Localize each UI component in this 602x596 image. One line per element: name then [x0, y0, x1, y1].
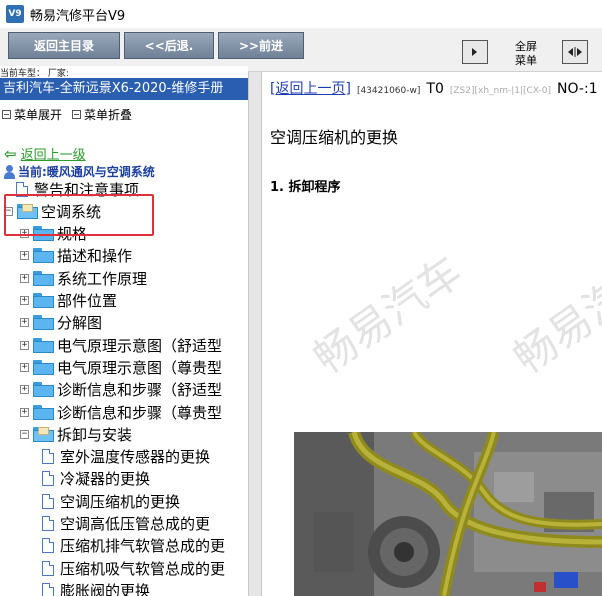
tree-item-label: 室外温度传感器的更换 [60, 448, 211, 467]
tree-item-label: 电气原理示意图（舒适型 [57, 336, 223, 355]
doc-code-t0: T0 [426, 81, 444, 97]
collapse-node-icon[interactable]: − [20, 429, 29, 439]
expand-node-icon[interactable]: + [20, 296, 29, 305]
forward-button[interactable]: >>前进 [218, 32, 304, 59]
user-icon [4, 164, 15, 179]
tree-item-label: 部件位置 [57, 292, 118, 310]
tree-item-label: 系统工作原理 [57, 269, 148, 288]
tree-item-folder[interactable]: + 诊断信息和步骤（舒适型 [20, 379, 222, 401]
open-folder-icon [33, 426, 54, 442]
tree-item-document[interactable]: 空调高低压管总成的更 [42, 513, 210, 535]
tree-item-label: 冷凝器的更换 [60, 470, 151, 489]
tree-item-folder[interactable]: + 电气原理示意图（尊贵型 [20, 356, 222, 378]
folder-icon [33, 293, 54, 308]
fullscreen-menu-label[interactable]: 全屏 菜单 [506, 40, 546, 68]
menu-collapse-button[interactable]: 菜单折叠 [72, 106, 132, 123]
tree-item-document[interactable]: 压缩机排气软管总成的更 [42, 535, 225, 557]
tree-item-folder[interactable]: + 电气原理示意图（舒适型 [20, 334, 222, 356]
tree-item-folder[interactable]: + 描述和操作 [20, 245, 132, 267]
expand-node-icon[interactable]: + [20, 340, 29, 350]
folder-icon [33, 337, 54, 353]
tree-item-label: 空调高低压管总成的更 [60, 515, 211, 533]
folder-icon [33, 404, 54, 420]
folder-icon [33, 248, 54, 264]
tree-item-label: 压缩机排气软管总成的更 [60, 537, 226, 556]
folder-icon [33, 270, 54, 286]
tree-item-label: 分解图 [57, 314, 103, 333]
window-title: 畅易汽修平台V9 [30, 8, 126, 24]
tree-item-folder[interactable]: + 分解图 [20, 312, 102, 334]
document-icon [42, 449, 54, 465]
folder-icon [33, 382, 54, 398]
back-page-link[interactable]: [返回上一页] [270, 78, 351, 98]
tree-item-document[interactable]: 压缩机吸气软管总成的更 [42, 557, 225, 579]
menu-operations: 菜单展开 菜单折叠 [2, 106, 132, 123]
back-up-level-link[interactable]: ⇦ 返回上一级 [4, 144, 86, 164]
watermark: 畅易汽车 [304, 246, 471, 384]
title-bar: V9 畅易汽修平台V9 [0, 0, 602, 28]
tree-item-folder[interactable]: + 系统工作原理 [20, 267, 147, 289]
doc-code: [43421060-w] [356, 86, 421, 96]
tree-item-label: 膨胀阀的更换 [60, 581, 151, 596]
tree-item-label: 电气原理示意图（尊贵型 [57, 358, 223, 377]
green-left-arrow-icon: ⇦ [4, 144, 17, 163]
tree-item-label: 压缩机吸气软管总成的更 [60, 559, 226, 578]
compressor-photo [294, 432, 602, 596]
tree-item-document[interactable]: 室外温度传感器的更换 [42, 446, 210, 468]
content-panel: [返回上一页] [43421060-w] T0 [ZS2][xh_nm-|1|[… [262, 72, 602, 596]
expand-panel-button[interactable] [462, 40, 488, 64]
document-icon [42, 471, 54, 487]
menu-expand-button[interactable]: 菜单展开 [2, 106, 62, 123]
document-icon [42, 493, 54, 509]
expand-node-icon[interactable]: + [20, 385, 29, 395]
collapse-panel-button[interactable] [562, 40, 588, 64]
expand-node-icon[interactable]: + [20, 251, 29, 261]
panel-splitter[interactable] [248, 72, 262, 596]
page-title: 空调压缩机的更换 [270, 128, 399, 147]
tree-item-label: 描述和操作 [57, 247, 133, 266]
collapse-all-icon [72, 110, 82, 119]
folder-icon [33, 315, 54, 331]
expand-node-icon[interactable]: + [20, 318, 29, 328]
doc-code-2: [ZS2][xh_nm-|1|[CX-0] [449, 86, 552, 96]
tree-item-label: 空调压缩机的更换 [60, 492, 181, 511]
doc-number: NO-:1 [557, 81, 598, 97]
tree-item-folder[interactable]: + 部件位置 [20, 290, 117, 312]
content-header: [返回上一页] [43421060-w] T0 [ZS2][xh_nm-|1|[… [270, 78, 598, 98]
left-navigation-panel: 当前车型： 厂家: 吉利汽车-全新远景X6-2020-维修手册 菜单展开 菜单折… [0, 66, 248, 596]
document-icon [42, 516, 54, 531]
document-icon [42, 582, 54, 596]
watermark: 畅易汽车 [504, 246, 602, 384]
tree-item-document[interactable]: 空调压缩机的更换 [42, 490, 180, 512]
expand-node-icon[interactable]: + [20, 273, 29, 283]
back-to-main-button[interactable]: 返回主目录 [8, 32, 120, 59]
engine-image [294, 432, 602, 596]
document-icon [42, 560, 54, 576]
app-icon: V9 [6, 5, 24, 23]
step-heading: 1. 拆卸程序 [270, 180, 341, 195]
folder-icon [33, 359, 54, 375]
tree-item-folder[interactable]: + 诊断信息和步骤（尊贵型 [20, 401, 222, 423]
expand-node-icon[interactable]: + [20, 362, 29, 372]
tree-item-document[interactable]: 膨胀阀的更换 [42, 579, 150, 596]
tree-item-document[interactable]: 冷凝器的更换 [42, 468, 150, 490]
tree-item-folder[interactable]: − 拆卸与安装 [20, 423, 132, 445]
compress-arrows-icon [568, 47, 582, 57]
tree-item-label: 诊断信息和步骤（舒适型 [57, 381, 223, 400]
expand-node-icon[interactable]: + [20, 407, 29, 417]
expand-all-icon [2, 110, 11, 119]
selection-highlight-box [4, 194, 154, 236]
manual-title: 吉利汽车-全新远景X6-2020-维修手册 [0, 78, 248, 100]
expand-arrows-icon [472, 48, 477, 56]
tree-item-label: 拆卸与安装 [57, 425, 133, 444]
document-icon [42, 538, 54, 554]
tree-item-label: 诊断信息和步骤（尊贵型 [57, 403, 223, 422]
back-button[interactable]: <<后退. [124, 32, 214, 59]
